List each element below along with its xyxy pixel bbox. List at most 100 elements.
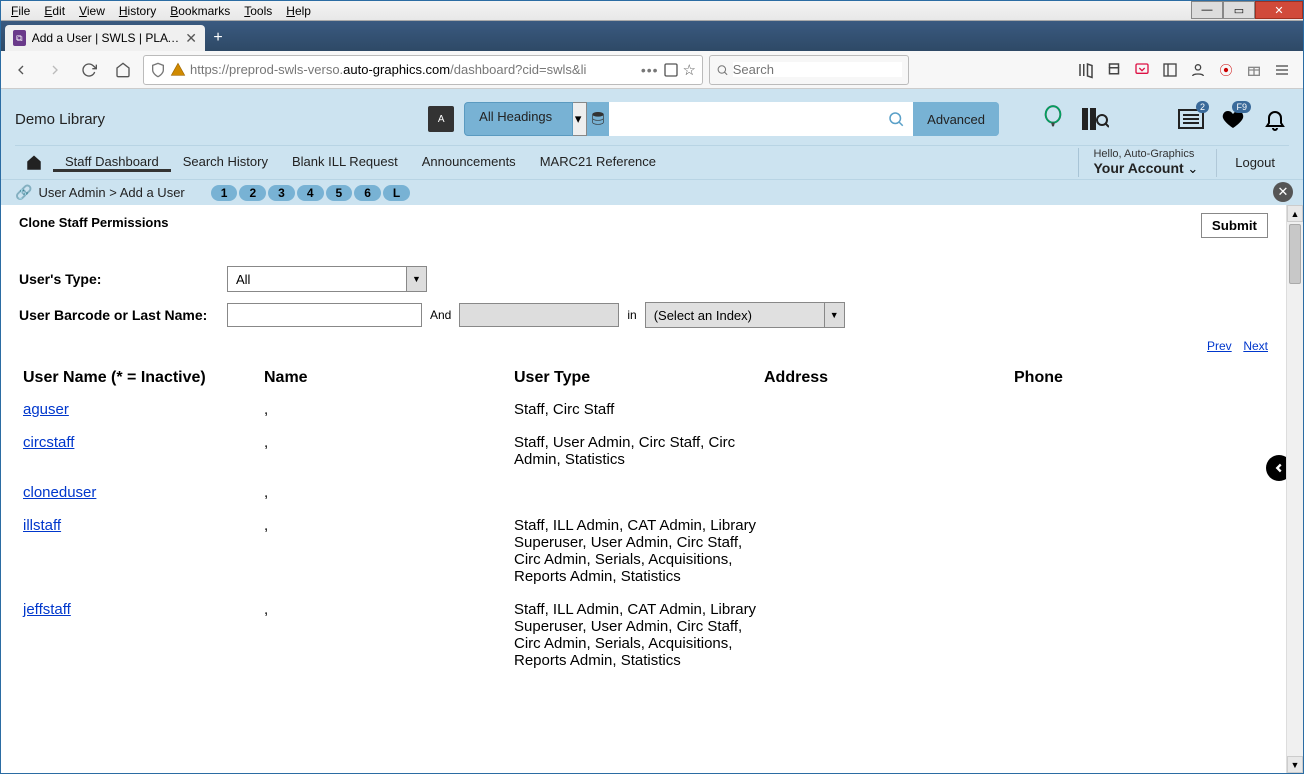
app-search-input[interactable] [609,102,879,136]
cell-usertype: Staff, User Admin, Circ Staff, Circ Admi… [514,434,764,468]
table-header: User Name (* = Inactive) Name User Type … [19,363,1268,393]
menu-view[interactable]: View [73,3,111,19]
cell-name: , [264,434,514,451]
browser-menu-bar: FileEditViewHistoryBookmarksToolsHelp [1,1,1191,20]
scroll-thumb[interactable] [1289,224,1301,284]
new-tab-button[interactable]: + [205,25,231,51]
reload-button[interactable] [75,56,103,84]
menu-edit[interactable]: Edit [38,3,71,19]
user-link[interactable]: jeffstaff [23,601,71,618]
menu-help[interactable]: Help [280,3,317,19]
pager-L[interactable]: L [383,185,410,201]
window-minimize-button[interactable]: — [1191,1,1223,19]
headings-select[interactable]: All Headings [464,102,573,136]
scroll-up-icon[interactable]: ▲ [1287,205,1303,222]
home-button[interactable] [109,56,137,84]
window-close-button[interactable]: ✕ [1255,1,1303,19]
list-badge: 2 [1196,101,1209,113]
user-link[interactable]: illstaff [23,517,61,534]
submit-button[interactable]: Submit [1201,213,1268,238]
list-icon[interactable]: 2 [1177,105,1205,133]
cell-name: , [264,601,514,618]
breadcrumb-row: 🔗 User Admin > Add a User 123456L ✕ [1,179,1303,205]
window-maximize-button[interactable]: ▭ [1223,1,1255,19]
user-link[interactable]: circstaff [23,434,74,451]
pager-5[interactable]: 5 [326,185,353,201]
advanced-search-button[interactable]: Advanced [913,102,999,136]
forward-button[interactable] [41,56,69,84]
menu-bookmarks[interactable]: Bookmarks [164,3,236,19]
app-search-button[interactable] [879,102,913,136]
language-icon[interactable]: A [428,106,454,132]
database-icon[interactable] [587,102,609,136]
balloon-icon[interactable] [1039,105,1067,133]
greeting-label: Hello, Auto-Graphics [1093,148,1198,160]
pager-6[interactable]: 6 [354,185,381,201]
print-icon[interactable] [1105,61,1123,79]
user-link[interactable]: aguser [23,401,69,418]
breadcrumb: User Admin > Add a User [38,185,184,200]
menu-file[interactable]: File [5,3,36,19]
search-icon [716,63,729,77]
pager-4[interactable]: 4 [297,185,324,201]
back-button[interactable] [7,56,35,84]
browser-search-box[interactable] [709,55,909,85]
lock-warning-icon [170,62,186,78]
hamburger-menu-icon[interactable] [1273,61,1291,79]
ellipsis-icon[interactable]: ••• [641,62,659,78]
nav-blank-ill-request[interactable]: Blank ILL Request [280,154,410,172]
logout-link[interactable]: Logout [1235,155,1275,170]
catalog-icon[interactable] [1081,105,1109,133]
your-account-dropdown[interactable]: Your Account ⌄ [1093,160,1198,177]
tab-close-button[interactable]: ✕ [185,30,197,47]
brand-label: Demo Library [15,111,105,128]
scrollbar[interactable]: ▲ ▼ [1286,205,1303,773]
pager-1[interactable]: 1 [211,185,238,201]
in-label: in [627,308,636,322]
collapse-arrow-icon[interactable] [1266,455,1286,481]
col-phone-header: Phone [1014,369,1194,387]
sidebar-icon[interactable] [1161,61,1179,79]
barcode-input-2[interactable] [459,303,619,327]
barcode-input-1[interactable] [227,303,422,327]
heart-icon[interactable]: F9 [1219,105,1247,133]
browser-tab[interactable]: ⧉ Add a User | SWLS | PLATT | Au… ✕ [5,25,205,51]
library-icon[interactable] [1077,61,1095,79]
nav-announcements[interactable]: Announcements [410,154,528,172]
close-icon[interactable]: ✕ [1273,182,1293,202]
nav-search-history[interactable]: Search History [171,154,280,172]
cell-name: , [264,517,514,534]
index-placeholder: (Select an Index) [646,308,776,323]
nav-staff-dashboard[interactable]: Staff Dashboard [53,154,171,172]
user-link[interactable]: cloneduser [23,484,96,501]
scroll-track[interactable] [1287,286,1303,756]
pocket-icon[interactable] [1133,61,1151,79]
bookmark-star-icon[interactable]: ☆ [683,61,696,79]
index-select[interactable]: (Select an Index) ▼ [645,302,845,328]
tab-strip: ⧉ Add a User | SWLS | PLATT | Au… ✕ + [1,21,1303,51]
reader-icon[interactable] [663,62,679,78]
users-type-label: User's Type: [19,271,219,287]
menu-history[interactable]: History [113,3,162,19]
bell-icon[interactable] [1261,105,1289,133]
table-row: cloneduser, [19,476,1268,509]
your-account-label: Your Account [1093,160,1183,176]
favicon-icon: ⧉ [13,30,26,46]
pager-3[interactable]: 3 [268,185,295,201]
nav-home-icon[interactable] [15,154,53,172]
nav-marc21-reference[interactable]: MARC21 Reference [528,154,668,172]
scroll-down-icon[interactable]: ▼ [1287,756,1303,773]
ext-gift-icon[interactable] [1245,61,1263,79]
prev-link[interactable]: Prev [1207,339,1232,353]
divider [1216,149,1217,177]
profile-icon[interactable] [1189,61,1207,79]
pager-2[interactable]: 2 [239,185,266,201]
users-type-select[interactable]: All ▼ [227,266,427,292]
url-bar[interactable]: https://preprod-swls-verso.auto-graphics… [143,55,703,85]
chevron-down-icon: ⌄ [1187,161,1198,176]
browser-search-input[interactable] [733,62,902,77]
menu-tools[interactable]: Tools [238,3,278,19]
cell-name: , [264,484,514,501]
ext-icon[interactable]: ⦿ [1217,61,1235,79]
next-link[interactable]: Next [1243,339,1268,353]
